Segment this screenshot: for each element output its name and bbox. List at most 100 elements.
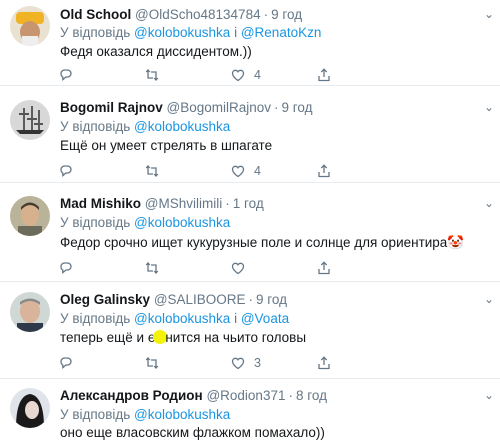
retweet-icon bbox=[145, 357, 159, 369]
reply-button[interactable] bbox=[58, 354, 82, 372]
reply-context: У відповідь @kolobokushka і @RenatoKzn bbox=[60, 25, 321, 40]
tweet-actions: 4 bbox=[58, 162, 358, 180]
author-handle[interactable]: @Rodion371 bbox=[206, 388, 285, 403]
reply-prefix: У відповідь bbox=[60, 25, 131, 40]
author-handle[interactable]: @BogomilRajnov bbox=[167, 100, 272, 115]
avatar[interactable] bbox=[10, 100, 50, 140]
share-icon bbox=[318, 164, 330, 178]
chevron-down-icon[interactable]: ⌄ bbox=[484, 388, 494, 402]
retweet-button[interactable] bbox=[144, 66, 168, 84]
author-handle[interactable]: @SALIBOORE bbox=[154, 292, 246, 307]
author-name[interactable]: Александров Родион bbox=[60, 388, 203, 403]
avatar[interactable] bbox=[10, 292, 50, 332]
avatar[interactable] bbox=[10, 196, 50, 236]
mention-link[interactable]: @kolobokushka bbox=[134, 311, 230, 326]
author-name[interactable]: Old School bbox=[60, 7, 131, 22]
like-button[interactable] bbox=[230, 259, 254, 277]
tweet-text: Федор срочно ищет кукурузные поле и солн… bbox=[60, 235, 464, 251]
like-icon bbox=[231, 357, 245, 370]
avatar[interactable] bbox=[10, 6, 50, 46]
share-icon bbox=[318, 356, 330, 370]
author-name[interactable]: Bogomil Rajnov bbox=[60, 100, 163, 115]
tweet-text-body: Федор срочно ищет кукурузные поле и солн… bbox=[60, 235, 448, 250]
tweet-header: Александров Родион @Rodion371 · 8 год bbox=[60, 388, 327, 403]
like-button[interactable]: 4 bbox=[230, 66, 261, 84]
author-name[interactable]: Mad Mishiko bbox=[60, 196, 141, 211]
retweet-button[interactable] bbox=[144, 162, 168, 180]
mention-link[interactable]: @RenatoKzn bbox=[241, 25, 322, 40]
author-handle[interactable]: @OldScho48134784 bbox=[135, 7, 261, 22]
tweet-text: Федя оказался диссидентом.)) bbox=[60, 44, 252, 59]
timestamp[interactable]: 8 год bbox=[296, 388, 327, 403]
tweet-actions: 3 bbox=[58, 354, 358, 372]
avatar-image bbox=[10, 292, 50, 332]
share-button[interactable] bbox=[316, 66, 332, 84]
reply-context: У відповідь @kolobokushka bbox=[60, 119, 230, 134]
like-icon bbox=[231, 262, 245, 275]
reply-prefix: У відповідь bbox=[60, 407, 131, 422]
timestamp[interactable]: 1 год bbox=[233, 196, 264, 211]
mention-link[interactable]: @kolobokushka bbox=[134, 215, 230, 230]
share-button[interactable] bbox=[316, 354, 332, 372]
reply-icon bbox=[60, 357, 72, 369]
like-button[interactable]: 3 bbox=[230, 354, 261, 372]
reply-and: і bbox=[234, 25, 238, 40]
retweet-icon bbox=[145, 165, 159, 177]
like-count: 4 bbox=[254, 68, 261, 82]
reply-prefix: У відповідь bbox=[60, 311, 131, 326]
tweet[interactable]: Bogomil Rajnov @BogomilRajnov · 9 год ⌄ У … bbox=[0, 87, 500, 183]
tweet-text: Ещё он умеет стрелять в шпагате bbox=[60, 138, 273, 153]
tweet[interactable]: Mad Mishiko @MShvilimili · 1 год ⌄ У відпо… bbox=[0, 184, 500, 282]
tweet-text: теперь ещё и е нится на чьито головы bbox=[60, 330, 306, 345]
avatar-image bbox=[10, 6, 50, 46]
reply-context: У відповідь @kolobokushka bbox=[60, 407, 230, 422]
reply-and: і bbox=[234, 311, 238, 326]
like-icon bbox=[231, 165, 245, 178]
mention-link[interactable]: @kolobokushka bbox=[134, 407, 230, 422]
retweet-button[interactable] bbox=[144, 259, 168, 277]
tweet-header: Mad Mishiko @MShvilimili · 1 год bbox=[60, 196, 264, 211]
reply-context: У відповідь @kolobokushka і @Voata bbox=[60, 311, 289, 326]
tweet-text: оно еще власовским флажком помахало)) bbox=[60, 425, 325, 440]
chevron-down-icon[interactable]: ⌄ bbox=[484, 196, 494, 210]
mention-link[interactable]: @kolobokushka bbox=[134, 25, 230, 40]
like-count: 3 bbox=[254, 356, 261, 370]
reply-icon bbox=[60, 69, 72, 81]
retweet-icon bbox=[145, 69, 159, 81]
share-icon bbox=[318, 261, 330, 275]
retweet-icon bbox=[145, 262, 159, 274]
tweet-actions bbox=[58, 259, 358, 277]
chevron-down-icon[interactable]: ⌄ bbox=[484, 100, 494, 114]
clown-emoji: 🤡 bbox=[447, 235, 465, 250]
chevron-down-icon[interactable]: ⌄ bbox=[484, 7, 494, 21]
tweet[interactable]: Oleg Galinsky @SALIBOORE · 9 год ⌄ У відпо… bbox=[0, 283, 500, 379]
reply-prefix: У відповідь bbox=[60, 119, 131, 134]
mention-link[interactable]: @kolobokushka bbox=[134, 119, 230, 134]
like-icon bbox=[231, 69, 245, 82]
reply-button[interactable] bbox=[58, 259, 82, 277]
tweet-actions: 4 bbox=[58, 66, 358, 84]
tweet-text-part: нится на чьито головы bbox=[165, 330, 307, 345]
author-handle[interactable]: @MShvilimili bbox=[145, 196, 222, 211]
avatar-image bbox=[10, 100, 50, 140]
share-button[interactable] bbox=[316, 162, 332, 180]
tweet[interactable]: Old School @OldScho48134784 · 9 год ⌄ У ві… bbox=[0, 0, 500, 86]
reply-icon bbox=[60, 165, 72, 177]
timestamp[interactable]: 9 год bbox=[271, 7, 302, 22]
tweet-header: Oleg Galinsky @SALIBOORE · 9 год bbox=[60, 292, 288, 307]
like-count: 4 bbox=[254, 164, 261, 178]
reply-button[interactable] bbox=[58, 66, 82, 84]
timestamp[interactable]: 9 год bbox=[282, 100, 313, 115]
chevron-down-icon[interactable]: ⌄ bbox=[484, 292, 494, 306]
like-button[interactable]: 4 bbox=[230, 162, 261, 180]
avatar[interactable] bbox=[10, 388, 50, 428]
tweet[interactable]: Александров Родион @Rodion371 · 8 год ⌄ У … bbox=[0, 380, 500, 442]
retweet-button[interactable] bbox=[144, 354, 168, 372]
share-button[interactable] bbox=[316, 259, 332, 277]
reply-button[interactable] bbox=[58, 162, 82, 180]
mention-link[interactable]: @Voata bbox=[241, 311, 289, 326]
reply-context: У відповідь @kolobokushka bbox=[60, 215, 230, 230]
tweet-text-part: теперь ещё и bbox=[60, 330, 148, 345]
timestamp[interactable]: 9 год bbox=[256, 292, 287, 307]
author-name[interactable]: Oleg Galinsky bbox=[60, 292, 150, 307]
